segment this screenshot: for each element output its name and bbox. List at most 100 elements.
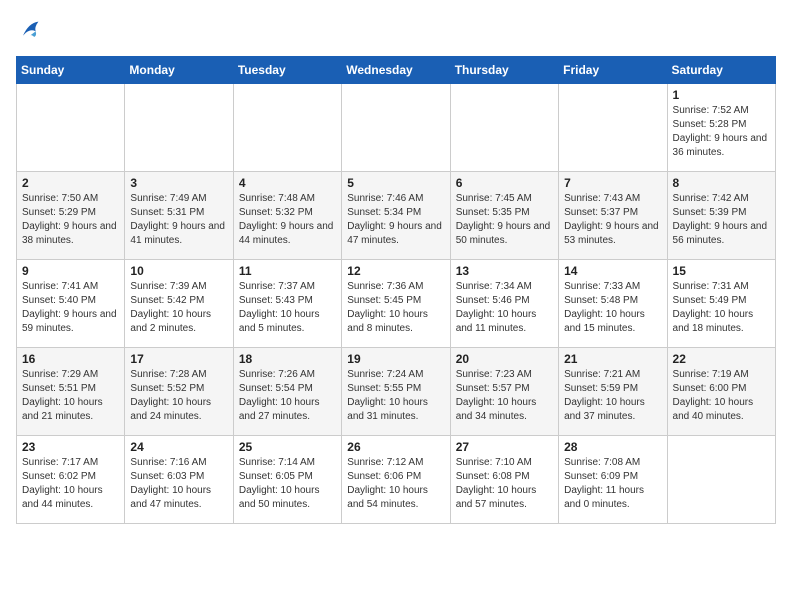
- day-number: 24: [130, 440, 227, 454]
- day-cell: 10 Sunrise: 7:39 AM Sunset: 5:42 PM Dayli…: [125, 260, 233, 348]
- day-cell: [125, 84, 233, 172]
- day-header-thursday: Thursday: [450, 57, 558, 84]
- logo: [16, 16, 48, 44]
- day-info: Sunrise: 7:12 AM Sunset: 6:06 PM Dayligh…: [347, 456, 444, 512]
- day-number: 15: [673, 264, 770, 278]
- day-cell: 18 Sunrise: 7:26 AM Sunset: 5:54 PM Dayli…: [233, 348, 341, 436]
- day-number: 8: [673, 176, 770, 190]
- day-info: Sunrise: 7:23 AM Sunset: 5:57 PM Dayligh…: [456, 368, 553, 424]
- day-cell: 3 Sunrise: 7:49 AM Sunset: 5:31 PM Daylig…: [125, 172, 233, 260]
- day-number: 26: [347, 440, 444, 454]
- day-cell: [233, 84, 341, 172]
- day-info: Sunrise: 7:52 AM Sunset: 5:28 PM Dayligh…: [673, 104, 770, 160]
- day-number: 25: [239, 440, 336, 454]
- day-number: 20: [456, 352, 553, 366]
- day-cell: 13 Sunrise: 7:34 AM Sunset: 5:46 PM Dayli…: [450, 260, 558, 348]
- day-cell: 26 Sunrise: 7:12 AM Sunset: 6:06 PM Dayli…: [342, 436, 450, 524]
- day-number: 2: [22, 176, 119, 190]
- day-info: Sunrise: 7:45 AM Sunset: 5:35 PM Dayligh…: [456, 192, 553, 248]
- day-number: 28: [564, 440, 661, 454]
- day-number: 5: [347, 176, 444, 190]
- day-info: Sunrise: 7:19 AM Sunset: 6:00 PM Dayligh…: [673, 368, 770, 424]
- day-cell: [667, 436, 775, 524]
- day-info: Sunrise: 7:34 AM Sunset: 5:46 PM Dayligh…: [456, 280, 553, 336]
- day-cell: 25 Sunrise: 7:14 AM Sunset: 6:05 PM Dayli…: [233, 436, 341, 524]
- day-header-monday: Monday: [125, 57, 233, 84]
- day-cell: [342, 84, 450, 172]
- day-info: Sunrise: 7:39 AM Sunset: 5:42 PM Dayligh…: [130, 280, 227, 336]
- day-info: Sunrise: 7:14 AM Sunset: 6:05 PM Dayligh…: [239, 456, 336, 512]
- day-number: 10: [130, 264, 227, 278]
- day-number: 18: [239, 352, 336, 366]
- day-number: 11: [239, 264, 336, 278]
- day-header-saturday: Saturday: [667, 57, 775, 84]
- day-header-tuesday: Tuesday: [233, 57, 341, 84]
- day-info: Sunrise: 7:49 AM Sunset: 5:31 PM Dayligh…: [130, 192, 227, 248]
- week-row-1: 1Sunrise: 7:52 AM Sunset: 5:28 PM Daylig…: [17, 84, 776, 172]
- day-number: 19: [347, 352, 444, 366]
- day-cell: 15Sunrise: 7:31 AM Sunset: 5:49 PM Dayli…: [667, 260, 775, 348]
- day-cell: 27 Sunrise: 7:10 AM Sunset: 6:08 PM Dayli…: [450, 436, 558, 524]
- day-cell: 16 Sunrise: 7:29 AM Sunset: 5:51 PM Dayli…: [17, 348, 125, 436]
- day-cell: [17, 84, 125, 172]
- day-cell: 12 Sunrise: 7:36 AM Sunset: 5:45 PM Dayli…: [342, 260, 450, 348]
- day-number: 6: [456, 176, 553, 190]
- day-number: 14: [564, 264, 661, 278]
- day-info: Sunrise: 7:08 AM Sunset: 6:09 PM Dayligh…: [564, 456, 661, 512]
- day-cell: 23 Sunrise: 7:17 AM Sunset: 6:02 PM Dayli…: [17, 436, 125, 524]
- day-cell: 2 Sunrise: 7:50 AM Sunset: 5:29 PM Daylig…: [17, 172, 125, 260]
- day-number: 3: [130, 176, 227, 190]
- day-info: Sunrise: 7:50 AM Sunset: 5:29 PM Dayligh…: [22, 192, 119, 248]
- day-cell: 19 Sunrise: 7:24 AM Sunset: 5:55 PM Dayli…: [342, 348, 450, 436]
- day-number: 27: [456, 440, 553, 454]
- calendar-body: 1Sunrise: 7:52 AM Sunset: 5:28 PM Daylig…: [17, 84, 776, 524]
- day-number: 21: [564, 352, 661, 366]
- day-cell: 5 Sunrise: 7:46 AM Sunset: 5:34 PM Daylig…: [342, 172, 450, 260]
- day-number: 22: [673, 352, 770, 366]
- day-cell: [559, 84, 667, 172]
- day-info: Sunrise: 7:24 AM Sunset: 5:55 PM Dayligh…: [347, 368, 444, 424]
- day-number: 9: [22, 264, 119, 278]
- day-info: Sunrise: 7:36 AM Sunset: 5:45 PM Dayligh…: [347, 280, 444, 336]
- day-info: Sunrise: 7:17 AM Sunset: 6:02 PM Dayligh…: [22, 456, 119, 512]
- day-cell: 14 Sunrise: 7:33 AM Sunset: 5:48 PM Dayli…: [559, 260, 667, 348]
- day-cell: 7 Sunrise: 7:43 AM Sunset: 5:37 PM Daylig…: [559, 172, 667, 260]
- day-info: Sunrise: 7:33 AM Sunset: 5:48 PM Dayligh…: [564, 280, 661, 336]
- day-cell: 20 Sunrise: 7:23 AM Sunset: 5:57 PM Dayli…: [450, 348, 558, 436]
- day-info: Sunrise: 7:28 AM Sunset: 5:52 PM Dayligh…: [130, 368, 227, 424]
- day-cell: 4 Sunrise: 7:48 AM Sunset: 5:32 PM Daylig…: [233, 172, 341, 260]
- day-number: 13: [456, 264, 553, 278]
- day-header-sunday: Sunday: [17, 57, 125, 84]
- day-cell: 17 Sunrise: 7:28 AM Sunset: 5:52 PM Dayli…: [125, 348, 233, 436]
- day-info: Sunrise: 7:41 AM Sunset: 5:40 PM Dayligh…: [22, 280, 119, 336]
- day-header-wednesday: Wednesday: [342, 57, 450, 84]
- day-cell: 24Sunrise: 7:16 AM Sunset: 6:03 PM Dayli…: [125, 436, 233, 524]
- day-number: 7: [564, 176, 661, 190]
- day-number: 17: [130, 352, 227, 366]
- day-number: 12: [347, 264, 444, 278]
- week-row-3: 9 Sunrise: 7:41 AM Sunset: 5:40 PM Daylig…: [17, 260, 776, 348]
- day-info: Sunrise: 7:29 AM Sunset: 5:51 PM Dayligh…: [22, 368, 119, 424]
- calendar-header: SundayMondayTuesdayWednesdayThursdayFrid…: [17, 57, 776, 84]
- day-cell: 8 Sunrise: 7:42 AM Sunset: 5:39 PM Daylig…: [667, 172, 775, 260]
- day-info: Sunrise: 7:21 AM Sunset: 5:59 PM Dayligh…: [564, 368, 661, 424]
- day-number: 4: [239, 176, 336, 190]
- day-number: 16: [22, 352, 119, 366]
- day-info: Sunrise: 7:43 AM Sunset: 5:37 PM Dayligh…: [564, 192, 661, 248]
- calendar-table: SundayMondayTuesdayWednesdayThursdayFrid…: [16, 56, 776, 524]
- day-info: Sunrise: 7:26 AM Sunset: 5:54 PM Dayligh…: [239, 368, 336, 424]
- logo-icon: [16, 16, 44, 44]
- day-info: Sunrise: 7:48 AM Sunset: 5:32 PM Dayligh…: [239, 192, 336, 248]
- day-cell: 21 Sunrise: 7:21 AM Sunset: 5:59 PM Dayli…: [559, 348, 667, 436]
- week-row-5: 23 Sunrise: 7:17 AM Sunset: 6:02 PM Dayli…: [17, 436, 776, 524]
- day-info: Sunrise: 7:37 AM Sunset: 5:43 PM Dayligh…: [239, 280, 336, 336]
- day-cell: 9 Sunrise: 7:41 AM Sunset: 5:40 PM Daylig…: [17, 260, 125, 348]
- day-info: Sunrise: 7:42 AM Sunset: 5:39 PM Dayligh…: [673, 192, 770, 248]
- day-cell: 1Sunrise: 7:52 AM Sunset: 5:28 PM Daylig…: [667, 84, 775, 172]
- day-info: Sunrise: 7:10 AM Sunset: 6:08 PM Dayligh…: [456, 456, 553, 512]
- week-row-4: 16 Sunrise: 7:29 AM Sunset: 5:51 PM Dayli…: [17, 348, 776, 436]
- day-cell: 6 Sunrise: 7:45 AM Sunset: 5:35 PM Daylig…: [450, 172, 558, 260]
- day-cell: 22 Sunrise: 7:19 AM Sunset: 6:00 PM Dayli…: [667, 348, 775, 436]
- day-info: Sunrise: 7:46 AM Sunset: 5:34 PM Dayligh…: [347, 192, 444, 248]
- day-number: 23: [22, 440, 119, 454]
